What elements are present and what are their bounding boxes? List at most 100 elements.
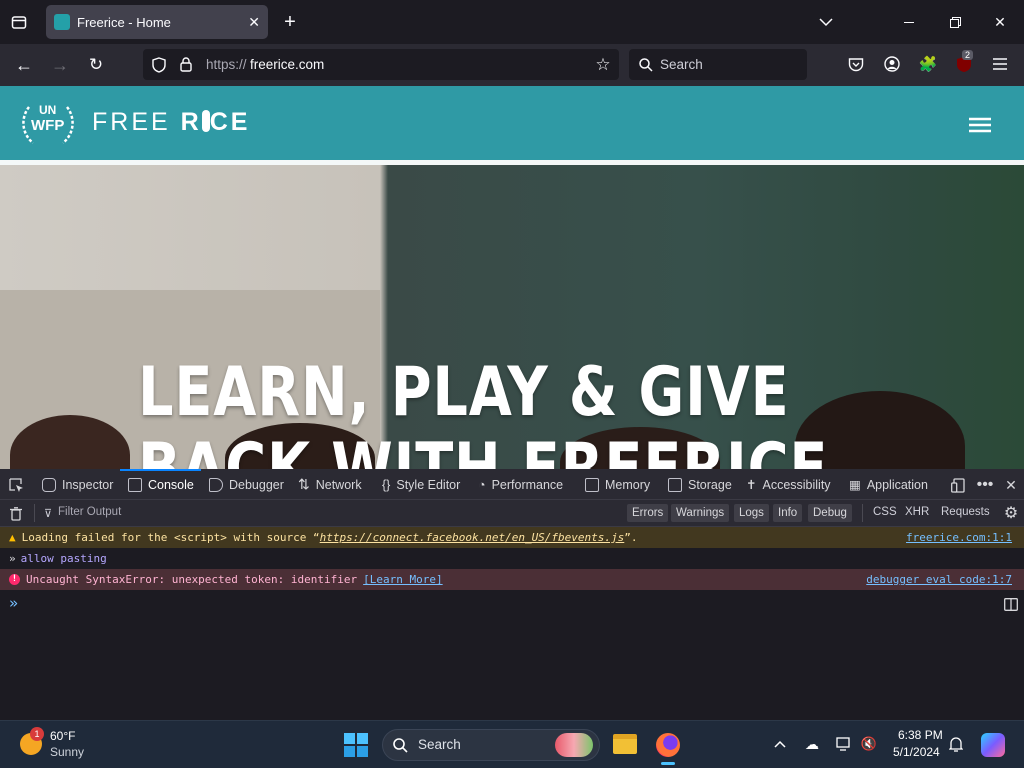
hero-heading: LEARN, PLAY & GIVE BACK WITH FREERICE — [138, 353, 828, 470]
minimize-icon[interactable] — [900, 12, 918, 32]
weather-alert-badge: 1 — [30, 727, 44, 741]
filter-errors-button[interactable]: Errors — [627, 504, 669, 522]
console-input[interactable] — [28, 593, 988, 615]
console-output: ▲ Loading failed for the <script> with s… — [0, 527, 1024, 720]
filter-info-button[interactable]: Info — [773, 504, 803, 522]
tab-inspector[interactable]: Inspector — [42, 469, 113, 500]
search-placeholder: Search — [660, 57, 703, 72]
lock-icon[interactable] — [178, 56, 194, 73]
filter-xhr-button[interactable]: XHR — [905, 506, 929, 518]
file-explorer-icon[interactable] — [613, 734, 637, 754]
learn-more-link[interactable]: [Learn More] — [363, 573, 442, 586]
warning-text-pre: Loading failed for the <script> with sou… — [21, 531, 320, 544]
site-menu-icon[interactable] — [969, 117, 991, 133]
extensions-icon[interactable]: 🧩 — [918, 54, 938, 74]
weather-description: Sunny — [50, 745, 85, 759]
filter-debug-button[interactable]: Debug — [808, 504, 852, 522]
tab-storage[interactable]: Storage — [668, 469, 732, 500]
toolbar-separator — [34, 504, 35, 522]
editor-mode-icon[interactable] — [1003, 596, 1019, 612]
network-display-icon[interactable] — [835, 735, 853, 753]
reload-icon[interactable]: ↻ — [86, 55, 106, 75]
filter-output-input[interactable]: Filter Output — [58, 506, 121, 518]
accessibility-icon: ✝ — [746, 478, 757, 492]
console-settings-gear-icon[interactable]: ⚙ — [1002, 504, 1020, 522]
restore-icon[interactable] — [946, 12, 964, 32]
active-app-indicator — [661, 762, 675, 765]
warning-source-link[interactable]: freerice.com:1:1 — [906, 531, 1012, 544]
close-tab-icon[interactable]: ✕ — [248, 14, 260, 31]
back-arrow-icon[interactable]: ← — [14, 55, 34, 75]
web-search-input[interactable]: Search — [629, 49, 807, 80]
search-icon — [638, 56, 654, 73]
windows-start-icon[interactable] — [344, 733, 368, 757]
input-echo-text: allow pasting — [20, 552, 107, 565]
pocket-icon[interactable] — [846, 54, 866, 74]
hero-line-1: LEARN, PLAY & GIVE — [138, 353, 790, 432]
console-filter-bar — [0, 500, 1024, 527]
warning-icon: ▲ — [9, 531, 16, 544]
new-tab-icon[interactable]: + — [280, 11, 300, 33]
site-header: UN WFP FREE R CE — [0, 86, 1024, 160]
browser-tab[interactable]: Freerice - Home ✕ — [46, 5, 268, 39]
network-icon: ⇅ — [298, 476, 310, 492]
element-picker-icon[interactable] — [7, 476, 25, 494]
logo-ce: CE — [209, 108, 251, 136]
tab-memory[interactable]: Memory — [585, 469, 650, 500]
responsive-design-icon[interactable] — [949, 476, 967, 494]
tab-style-editor[interactable]: {} Style Editor — [382, 469, 460, 500]
filter-logs-button[interactable]: Logs — [734, 504, 769, 522]
style-editor-icon: {} — [382, 477, 391, 492]
shield-icon[interactable] — [151, 56, 167, 73]
performance-icon: ◔ — [478, 477, 486, 492]
filter-requests-button[interactable]: Requests — [941, 506, 990, 518]
clock-time[interactable]: 6:38 PM — [898, 728, 943, 742]
logo-r: R — [180, 108, 202, 136]
tab-title: Freerice - Home — [77, 14, 171, 30]
warning-link[interactable]: https://connect.facebook.net/en_US/fbeve… — [320, 531, 625, 544]
debugger-icon — [209, 477, 223, 492]
console-icon — [128, 477, 142, 492]
bookmark-star-icon[interactable]: ☆ — [593, 55, 613, 75]
url-scheme: https:// — [206, 57, 247, 72]
tab-console[interactable]: Console — [128, 469, 194, 500]
clock-date[interactable]: 5/1/2024 — [893, 745, 940, 759]
filter-css-button[interactable]: CSS — [873, 506, 897, 518]
wfp-logo[interactable]: UN WFP — [19, 99, 77, 149]
tab-application[interactable]: ▦ Application — [849, 469, 928, 500]
tray-chevron-up-icon[interactable] — [772, 736, 788, 752]
close-window-icon[interactable]: ✕ — [991, 12, 1009, 32]
volume-muted-icon[interactable]: 🔇 — [860, 735, 878, 753]
hamburger-menu-icon[interactable] — [990, 54, 1010, 74]
copilot-icon[interactable] — [981, 733, 1005, 757]
tab-list-icon[interactable] — [8, 11, 30, 33]
rice-grain-icon — [201, 110, 210, 132]
account-icon[interactable] — [882, 54, 902, 74]
url-bar[interactable]: https:// freerice.com ☆ — [143, 49, 619, 80]
chevron-down-icon[interactable] — [816, 12, 836, 32]
firefox-taskbar-icon[interactable] — [656, 733, 680, 757]
tab-debugger[interactable]: Debugger — [209, 469, 284, 500]
taskbar-search-icon — [392, 737, 408, 753]
taskbar-search-box[interactable]: Search — [382, 729, 600, 761]
freerice-logo[interactable]: FREE R CE — [92, 108, 250, 137]
onedrive-offline-icon[interactable]: ☁ — [803, 735, 821, 753]
url-host: freerice.com — [250, 57, 325, 72]
trash-icon[interactable] — [8, 505, 24, 522]
console-warning-message: ▲ Loading failed for the <script> with s… — [0, 527, 1024, 548]
console-error-message: ! Uncaught SyntaxError: unexpected token… — [0, 569, 1024, 590]
forward-arrow-icon[interactable]: → — [50, 55, 70, 75]
inspector-icon — [42, 477, 56, 492]
flowers-decoration-icon — [555, 733, 593, 757]
more-options-icon[interactable]: ••• — [975, 476, 995, 494]
application-icon: ▦ — [849, 478, 861, 492]
filter-icon: ⊽ — [43, 507, 53, 520]
tab-network[interactable]: ⇅ Network — [298, 469, 362, 500]
notification-bell-icon[interactable] — [947, 735, 965, 753]
tab-accessibility[interactable]: ✝ Accessibility — [746, 469, 831, 500]
weather-temperature: 60°F — [50, 729, 76, 743]
error-source-link[interactable]: debugger eval code:1:7 — [866, 573, 1012, 586]
filter-warnings-button[interactable]: Warnings — [671, 504, 730, 522]
close-devtools-icon[interactable]: ✕ — [1002, 476, 1020, 494]
tab-performance[interactable]: ◔ Performance — [478, 469, 563, 500]
